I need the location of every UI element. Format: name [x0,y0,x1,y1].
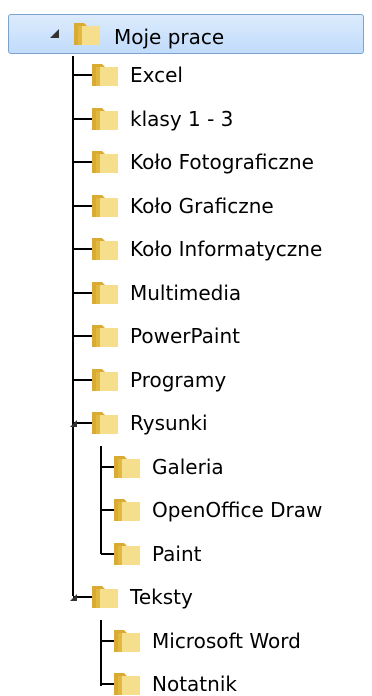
folder-icon [92,412,118,434]
tree-item-label: Microsoft Word [152,628,301,653]
tree-item-label: Koło Informatyczne [130,237,323,261]
tree-item-label: Moje prace [114,25,225,49]
expand-arrow-icon[interactable] [70,420,77,427]
tree-item-label: Koło Fotograficzne [130,150,314,174]
folder-icon [114,673,140,695]
tree-item-label: Paint [152,541,202,566]
folder-icon [92,151,118,173]
tree-connector [72,56,74,596]
folder-icon [114,629,140,652]
clipped-heading-fragment [0,0,372,12]
folder-icon [114,542,140,565]
tree-item-label: OpenOffice Draw [152,498,323,522]
tree-item-label: Rysunki [130,411,208,435]
tree-item-label: Teksty [130,585,193,609]
tree-connector [100,446,102,554]
folder-icon [92,325,118,347]
folder-icon [92,107,118,130]
tree-connector [100,620,102,686]
clipped-left-text-fragment [0,0,8,696]
folder-icon [114,499,140,521]
expand-arrow-icon[interactable] [70,594,77,601]
tree-item-label: Multimedia [130,280,242,305]
tree-item-label: Koło Graficzne [130,193,274,218]
tree-item-label: Galeria [152,454,224,479]
folder-icon [92,238,118,260]
folder-icon [74,23,100,45]
tree-item-label: Notatnik [152,672,237,696]
tree-item-label: Excel [130,63,183,87]
expand-arrow-icon[interactable] [50,29,59,38]
folder-icon [92,194,118,217]
folder-icon [92,64,118,86]
tree-item-label: klasy 1 - 3 [130,106,234,131]
tree-item-label: Programy [130,367,227,392]
tree-item-label: PowerPaint [130,324,240,348]
folder-icon [92,368,118,391]
folder-icon [114,455,140,478]
folder-icon [92,281,118,304]
folder-icon [92,586,118,608]
